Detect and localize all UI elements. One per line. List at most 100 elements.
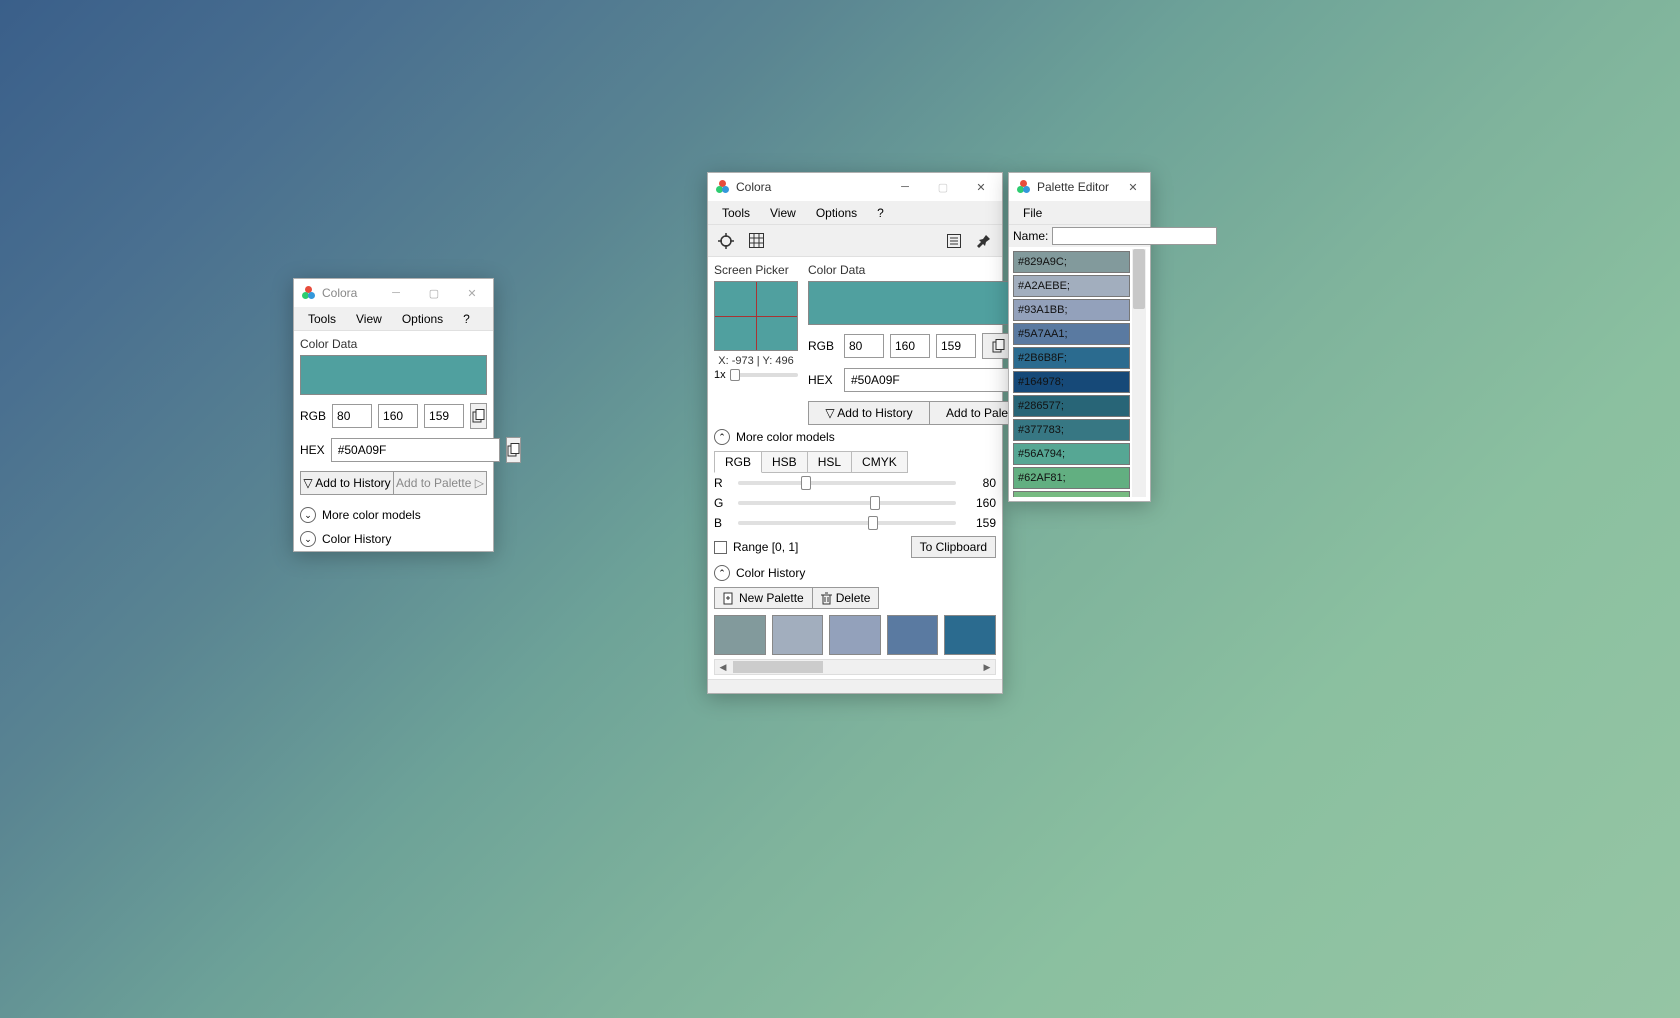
color-history-toggle[interactable]: ⌃ Color History	[708, 561, 1002, 585]
palette-item[interactable]: #77BB82;	[1013, 491, 1130, 497]
history-scrollbar[interactable]: ◀ ▶	[714, 659, 996, 675]
color-history-toggle[interactable]: ⌄ Color History	[294, 527, 493, 551]
toolbar	[708, 225, 1002, 257]
menu-tools[interactable]: Tools	[298, 310, 346, 328]
scroll-left-icon[interactable]: ◀	[715, 662, 731, 673]
rgb-g-input[interactable]	[890, 334, 930, 358]
menu-view[interactable]: View	[346, 310, 392, 328]
grid-icon	[749, 233, 764, 248]
rgb-r-input[interactable]	[844, 334, 884, 358]
maximize-button[interactable]: ▢	[415, 279, 453, 307]
tab-cmyk[interactable]: CMYK	[852, 451, 908, 473]
close-button[interactable]: ✕	[1118, 173, 1148, 201]
to-clipboard-button[interactable]: To Clipboard	[911, 536, 996, 558]
rgb-b-input[interactable]	[936, 334, 976, 358]
palette-item[interactable]: #377783;	[1013, 419, 1130, 441]
menubar: Tools View Options ?	[294, 307, 493, 331]
palette-item[interactable]: #56A794;	[1013, 443, 1130, 465]
slider-b[interactable]	[738, 521, 956, 525]
copy-icon	[507, 443, 520, 457]
pin-tool-button[interactable]	[972, 229, 996, 253]
minimize-button[interactable]: ─	[886, 173, 924, 201]
hex-input[interactable]	[844, 368, 1013, 392]
maximize-button[interactable]: ▢	[924, 173, 962, 201]
hex-label: HEX	[808, 373, 838, 387]
titlebar[interactable]: Colora ─ ▢ ✕	[294, 279, 493, 307]
range-01-checkbox[interactable]	[714, 541, 727, 554]
color-data-panel: Color Data RGB HEX ▽ Add to History Add …	[294, 331, 493, 503]
menu-tools[interactable]: Tools	[712, 204, 760, 222]
name-input[interactable]	[1052, 227, 1217, 245]
menu-options[interactable]: Options	[806, 204, 867, 222]
colora-icon	[1017, 180, 1031, 194]
add-to-palette-button[interactable]: Add to Palette ▷	[394, 471, 487, 495]
screen-picker-preview[interactable]	[714, 281, 798, 351]
titlebar[interactable]: Colora ─ ▢ ✕	[708, 173, 1002, 201]
slider-g-label: G	[714, 496, 728, 510]
history-swatch[interactable]	[887, 615, 939, 655]
history-swatch[interactable]	[944, 615, 996, 655]
target-icon	[718, 233, 734, 249]
menu-view[interactable]: View	[760, 204, 806, 222]
palette-item[interactable]: #2B6B8F;	[1013, 347, 1130, 369]
copy-hex-button[interactable]	[506, 437, 521, 463]
chevron-down-icon: ⌄	[300, 507, 316, 523]
history-swatch[interactable]	[714, 615, 766, 655]
colora-icon	[716, 180, 730, 194]
scroll-right-icon[interactable]: ▶	[979, 662, 995, 673]
screen-picker-panel: Screen Picker X: -973 | Y: 496 1x	[714, 261, 798, 425]
add-to-history-button[interactable]: ▽ Add to History	[808, 401, 930, 425]
hex-input[interactable]	[331, 438, 500, 462]
palette-item[interactable]: #A2AEBE;	[1013, 275, 1130, 297]
add-to-history-button[interactable]: ▽ Add to History	[300, 471, 394, 495]
close-button[interactable]: ✕	[453, 279, 491, 307]
chevron-down-icon: ⌄	[300, 531, 316, 547]
picker-tool-button[interactable]	[714, 229, 738, 253]
statusbar	[708, 679, 1002, 693]
copy-rgb-button[interactable]	[470, 403, 487, 429]
palette-item[interactable]: #93A1BB;	[1013, 299, 1130, 321]
slider-r-row: R 80	[708, 473, 1002, 493]
zoom-slider[interactable]	[730, 373, 798, 377]
palette-scrollbar[interactable]	[1132, 249, 1146, 497]
colora-icon	[302, 286, 316, 300]
titlebar[interactable]: Palette Editor ✕	[1009, 173, 1150, 201]
rgb-g-input[interactable]	[378, 404, 418, 428]
copy-icon	[472, 409, 485, 423]
notes-tool-button[interactable]	[942, 229, 966, 253]
minimize-button[interactable]: ─	[377, 279, 415, 307]
grid-tool-button[interactable]	[744, 229, 768, 253]
menu-file[interactable]: File	[1013, 204, 1052, 222]
menubar: Tools View Options ?	[708, 201, 1002, 225]
palette-item[interactable]: #62AF81;	[1013, 467, 1130, 489]
rgb-label: RGB	[300, 409, 326, 423]
rgb-b-input[interactable]	[424, 404, 464, 428]
menu-options[interactable]: Options	[392, 310, 453, 328]
tab-hsl[interactable]: HSL	[808, 451, 852, 473]
slider-b-value: 159	[966, 516, 996, 530]
palette-item[interactable]: #286577;	[1013, 395, 1130, 417]
palette-item[interactable]: #829A9C;	[1013, 251, 1130, 273]
slider-g[interactable]	[738, 501, 956, 505]
palette-editor-window: Palette Editor ✕ File Name: #829A9C;#A2A…	[1008, 172, 1151, 502]
screen-picker-label: Screen Picker	[714, 263, 798, 277]
palette-list: #829A9C;#A2AEBE;#93A1BB;#5A7AA1;#2B6B8F;…	[1013, 249, 1146, 497]
tab-hsb[interactable]: HSB	[762, 451, 808, 473]
palette-item[interactable]: #5A7AA1;	[1013, 323, 1130, 345]
window-title: Colora	[322, 286, 377, 300]
chevron-up-icon: ⌃	[714, 429, 730, 445]
menu-help[interactable]: ?	[453, 310, 480, 328]
tab-rgb[interactable]: RGB	[714, 451, 762, 473]
palette-item[interactable]: #164978;	[1013, 371, 1130, 393]
copy-icon	[992, 339, 1005, 353]
new-palette-button[interactable]: New Palette	[714, 587, 813, 609]
history-swatch[interactable]	[829, 615, 881, 655]
delete-button[interactable]: Delete	[813, 587, 880, 609]
more-color-models-toggle[interactable]: ⌃ More color models	[708, 425, 1002, 449]
history-swatch[interactable]	[772, 615, 824, 655]
rgb-r-input[interactable]	[332, 404, 372, 428]
close-button[interactable]: ✕	[962, 173, 1000, 201]
menu-help[interactable]: ?	[867, 204, 894, 222]
slider-r[interactable]	[738, 481, 956, 485]
more-color-models-toggle[interactable]: ⌄ More color models	[294, 503, 493, 527]
